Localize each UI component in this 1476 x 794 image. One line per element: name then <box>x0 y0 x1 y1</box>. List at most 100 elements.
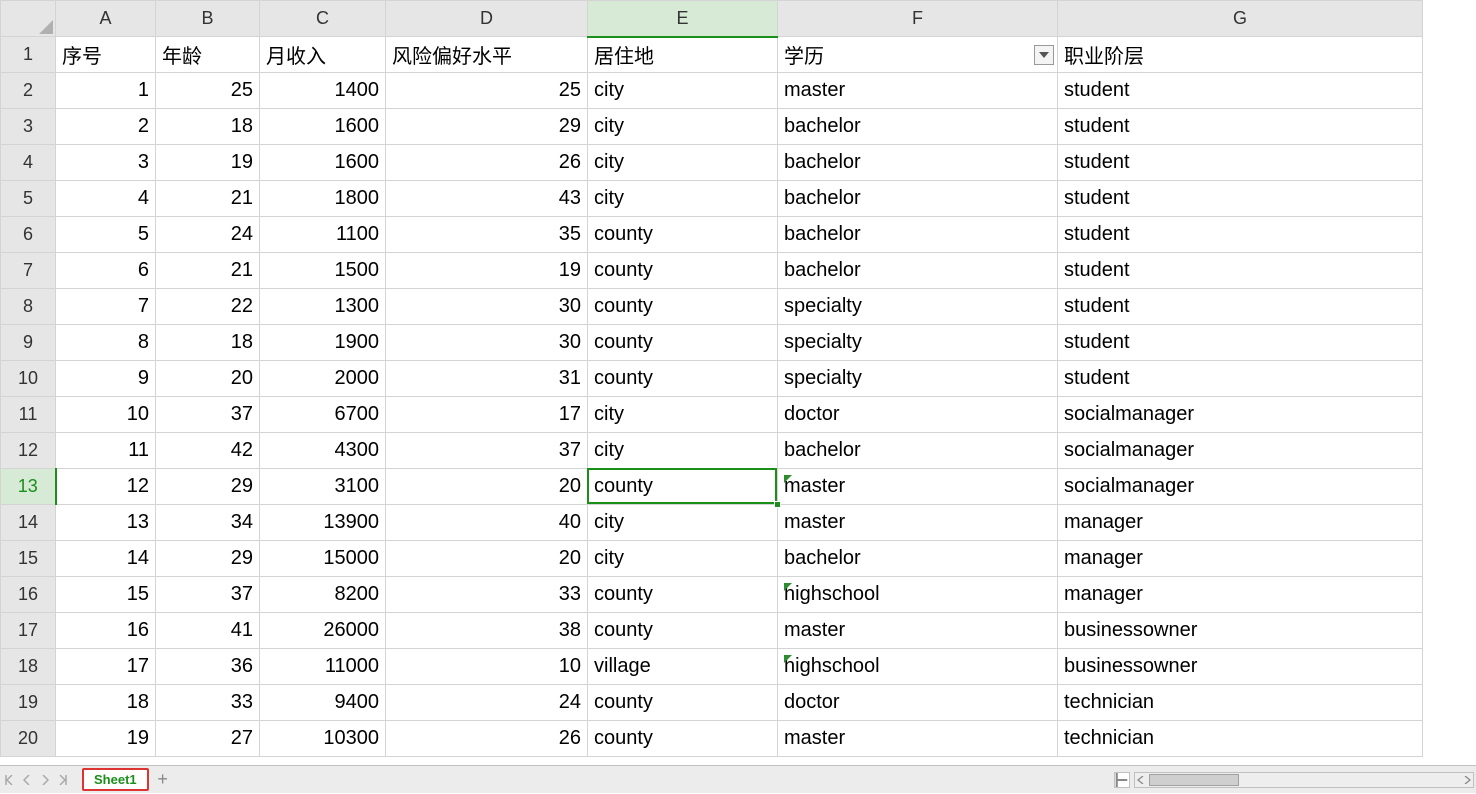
cell-C11[interactable]: 6700 <box>260 397 386 433</box>
cell-C5[interactable]: 1800 <box>260 181 386 217</box>
cell-B12[interactable]: 42 <box>156 433 260 469</box>
sheet-table[interactable]: ABCDEFG1序号年龄月收入风险偏好水平居住地学历职业阶层2125140025… <box>0 0 1423 757</box>
cell-B13[interactable]: 29 <box>156 469 260 505</box>
column-header-B[interactable]: B <box>156 1 260 37</box>
cell-C12[interactable]: 4300 <box>260 433 386 469</box>
cell-F13[interactable]: master <box>778 469 1058 505</box>
cell-C3[interactable]: 1600 <box>260 109 386 145</box>
cell-E15[interactable]: city <box>588 541 778 577</box>
row-header-15[interactable]: 15 <box>1 541 56 577</box>
cell-E5[interactable]: city <box>588 181 778 217</box>
cell-F17[interactable]: master <box>778 613 1058 649</box>
cell-F16[interactable]: highschool <box>778 577 1058 613</box>
cell-C8[interactable]: 1300 <box>260 289 386 325</box>
header-cell-D[interactable]: 风险偏好水平 <box>386 37 588 73</box>
cell-G13[interactable]: socialmanager <box>1058 469 1423 505</box>
cell-B2[interactable]: 25 <box>156 73 260 109</box>
column-header-E[interactable]: E <box>588 1 778 37</box>
cell-E3[interactable]: city <box>588 109 778 145</box>
column-header-A[interactable]: A <box>56 1 156 37</box>
select-all-corner[interactable] <box>1 1 56 37</box>
cell-G10[interactable]: student <box>1058 361 1423 397</box>
row-header-12[interactable]: 12 <box>1 433 56 469</box>
horizontal-scrollbar[interactable] <box>1134 772 1474 788</box>
cell-B6[interactable]: 24 <box>156 217 260 253</box>
cell-A13[interactable]: 12 <box>56 469 156 505</box>
cell-A19[interactable]: 18 <box>56 685 156 721</box>
cell-F7[interactable]: bachelor <box>778 253 1058 289</box>
cell-E16[interactable]: county <box>588 577 778 613</box>
cell-B17[interactable]: 41 <box>156 613 260 649</box>
cell-B16[interactable]: 37 <box>156 577 260 613</box>
header-cell-B[interactable]: 年龄 <box>156 37 260 73</box>
cell-D9[interactable]: 30 <box>386 325 588 361</box>
cell-G12[interactable]: socialmanager <box>1058 433 1423 469</box>
cell-C18[interactable]: 11000 <box>260 649 386 685</box>
cell-G19[interactable]: technician <box>1058 685 1423 721</box>
cell-E13[interactable]: county <box>588 469 778 505</box>
cell-F11[interactable]: doctor <box>778 397 1058 433</box>
cell-G3[interactable]: student <box>1058 109 1423 145</box>
tab-nav-next[interactable] <box>36 766 54 794</box>
row-header-3[interactable]: 3 <box>1 109 56 145</box>
tab-nav-first[interactable] <box>0 766 18 794</box>
cell-B4[interactable]: 19 <box>156 145 260 181</box>
cell-D6[interactable]: 35 <box>386 217 588 253</box>
cell-D11[interactable]: 17 <box>386 397 588 433</box>
cell-D4[interactable]: 26 <box>386 145 588 181</box>
cell-E11[interactable]: city <box>588 397 778 433</box>
cell-A11[interactable]: 10 <box>56 397 156 433</box>
cell-C2[interactable]: 1400 <box>260 73 386 109</box>
fill-handle[interactable] <box>774 501 781 508</box>
cell-F5[interactable]: bachelor <box>778 181 1058 217</box>
cell-G20[interactable]: technician <box>1058 721 1423 757</box>
cell-G16[interactable]: manager <box>1058 577 1423 613</box>
cell-A10[interactable]: 9 <box>56 361 156 397</box>
row-header-10[interactable]: 10 <box>1 361 56 397</box>
scroll-left-end[interactable] <box>1114 772 1130 788</box>
cell-C4[interactable]: 1600 <box>260 145 386 181</box>
cell-F18[interactable]: highschool <box>778 649 1058 685</box>
cell-C19[interactable]: 9400 <box>260 685 386 721</box>
row-header-8[interactable]: 8 <box>1 289 56 325</box>
cell-A3[interactable]: 2 <box>56 109 156 145</box>
cell-G9[interactable]: student <box>1058 325 1423 361</box>
cell-C17[interactable]: 26000 <box>260 613 386 649</box>
cell-G18[interactable]: businessowner <box>1058 649 1423 685</box>
header-cell-G[interactable]: 职业阶层 <box>1058 37 1423 73</box>
cell-E7[interactable]: county <box>588 253 778 289</box>
cell-C15[interactable]: 15000 <box>260 541 386 577</box>
cell-B7[interactable]: 21 <box>156 253 260 289</box>
cell-A16[interactable]: 15 <box>56 577 156 613</box>
cell-G11[interactable]: socialmanager <box>1058 397 1423 433</box>
cell-D13[interactable]: 20 <box>386 469 588 505</box>
add-sheet-button[interactable]: + <box>149 766 177 794</box>
cell-E12[interactable]: city <box>588 433 778 469</box>
cell-D3[interactable]: 29 <box>386 109 588 145</box>
sheet-tab-active[interactable]: Sheet1 <box>82 768 149 791</box>
cell-A5[interactable]: 4 <box>56 181 156 217</box>
tab-nav-prev[interactable] <box>18 766 36 794</box>
row-header-16[interactable]: 16 <box>1 577 56 613</box>
cell-D10[interactable]: 31 <box>386 361 588 397</box>
cell-E8[interactable]: county <box>588 289 778 325</box>
cell-F12[interactable]: bachelor <box>778 433 1058 469</box>
cell-D16[interactable]: 33 <box>386 577 588 613</box>
cell-D2[interactable]: 25 <box>386 73 588 109</box>
cell-B3[interactable]: 18 <box>156 109 260 145</box>
cell-A2[interactable]: 1 <box>56 73 156 109</box>
cell-G7[interactable]: student <box>1058 253 1423 289</box>
cell-B20[interactable]: 27 <box>156 721 260 757</box>
cell-A4[interactable]: 3 <box>56 145 156 181</box>
cell-B5[interactable]: 21 <box>156 181 260 217</box>
row-header-5[interactable]: 5 <box>1 181 56 217</box>
cell-C14[interactable]: 13900 <box>260 505 386 541</box>
cell-C10[interactable]: 2000 <box>260 361 386 397</box>
column-header-C[interactable]: C <box>260 1 386 37</box>
row-header-6[interactable]: 6 <box>1 217 56 253</box>
column-header-F[interactable]: F <box>778 1 1058 37</box>
cell-A15[interactable]: 14 <box>56 541 156 577</box>
row-header-20[interactable]: 20 <box>1 721 56 757</box>
cell-E20[interactable]: county <box>588 721 778 757</box>
cell-E18[interactable]: village <box>588 649 778 685</box>
